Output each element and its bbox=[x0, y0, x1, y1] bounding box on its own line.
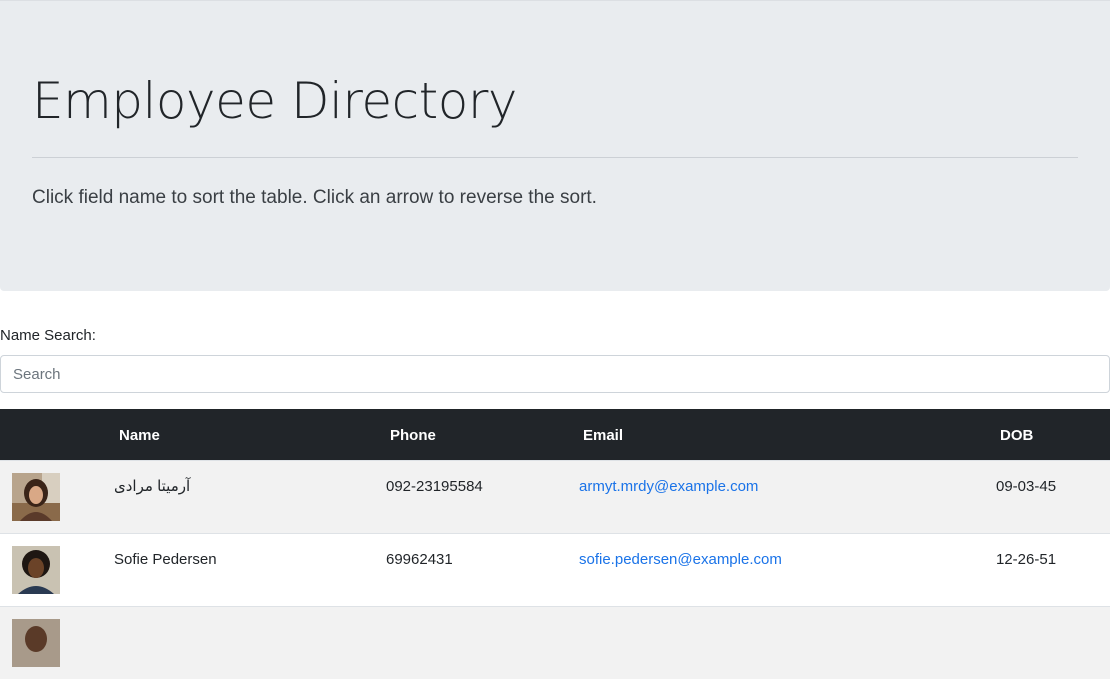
page-title: Employee Directory bbox=[32, 72, 517, 130]
employee-email-link[interactable]: armyt.mrdy@example.com bbox=[579, 478, 758, 495]
employee-avatar bbox=[12, 619, 60, 667]
header-jumbotron: Employee Directory Click field name to s… bbox=[0, 0, 1110, 291]
employee-email-link[interactable]: sofie.pedersen@example.com bbox=[579, 551, 782, 568]
employee-avatar bbox=[12, 546, 60, 594]
employee-avatar bbox=[12, 473, 60, 521]
employee-email-cell: armyt.mrdy@example.com bbox=[579, 477, 758, 497]
header-divider bbox=[32, 157, 1078, 158]
table-row: آرمیتا مرادی 092-23195584 armyt.mrdy@exa… bbox=[0, 460, 1110, 533]
employee-dob: 09-03-45 bbox=[996, 478, 1057, 495]
search-input[interactable] bbox=[0, 355, 1110, 393]
column-header-phone[interactable]: Phone bbox=[390, 409, 436, 460]
employee-phone: 092-23195584 bbox=[386, 478, 483, 495]
table-row bbox=[0, 606, 1110, 679]
employee-email-cell: sofie.pedersen@example.com bbox=[579, 550, 782, 570]
page-subtitle: Click field name to sort the table. Clic… bbox=[32, 187, 597, 208]
table-header: Name Phone Email DOB bbox=[0, 409, 1110, 460]
employee-table: Name Phone Email DOB آرمیتا مرادی 092-23… bbox=[0, 409, 1110, 679]
column-header-name[interactable]: Name bbox=[119, 409, 160, 460]
column-header-dob[interactable]: DOB bbox=[1000, 409, 1033, 460]
employee-phone: 69962431 bbox=[386, 551, 453, 568]
employee-name: Sofie Pedersen bbox=[114, 551, 217, 568]
employee-dob: 12-26-51 bbox=[996, 551, 1057, 568]
column-header-email[interactable]: Email bbox=[583, 409, 623, 460]
search-label: Name Search: bbox=[0, 327, 96, 344]
table-row: Sofie Pedersen 69962431 sofie.pedersen@e… bbox=[0, 533, 1110, 606]
employee-name: آرمیتا مرادی bbox=[114, 478, 191, 495]
